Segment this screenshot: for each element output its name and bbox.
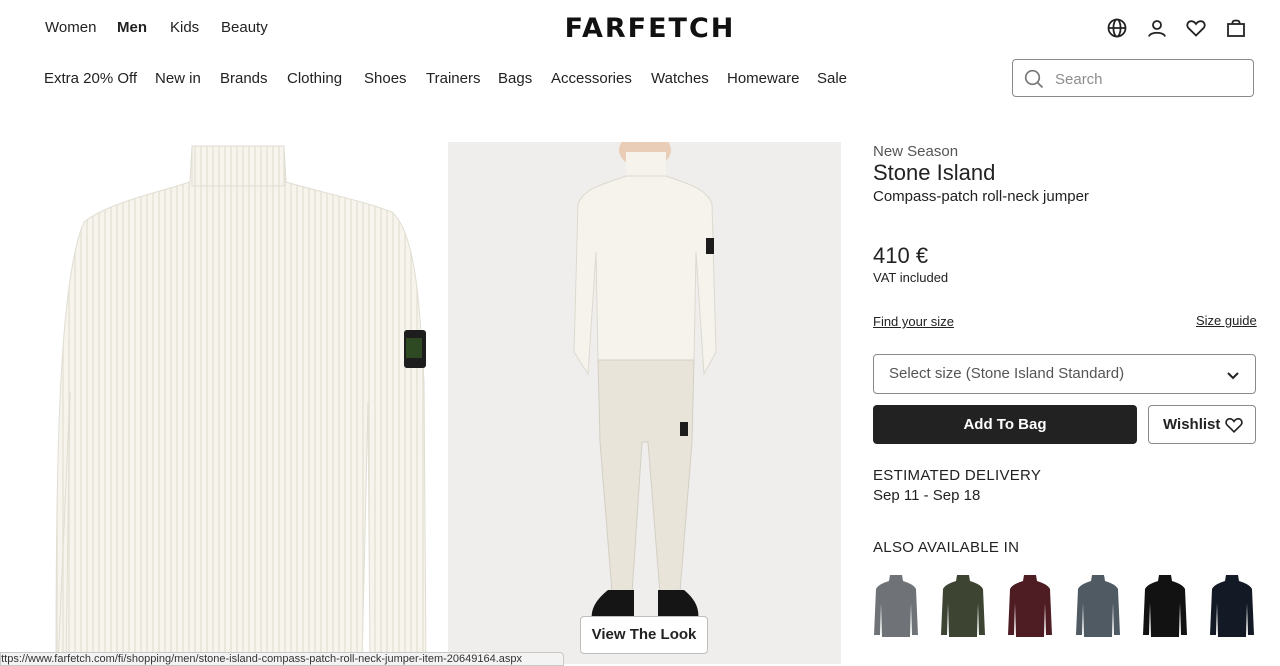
nav-kids[interactable]: Kids [170, 19, 199, 36]
product-name: Compass-patch roll-neck jumper [873, 188, 1089, 205]
wishlist-button[interactable]: Wishlist [1148, 405, 1256, 444]
size-select[interactable]: Select size (Stone Island Standard) [873, 354, 1256, 394]
category-extra-off[interactable]: Extra 20% Off [44, 70, 137, 87]
wishlist-label: Wishlist [1163, 416, 1221, 433]
heart-icon [1224, 415, 1244, 439]
size-guide-link[interactable]: Size guide [1196, 313, 1257, 328]
size-select-value: Select size (Stone Island Standard) [889, 365, 1125, 382]
category-accessories[interactable]: Accessories [551, 70, 632, 87]
nav-men[interactable]: Men [117, 19, 147, 36]
category-trainers[interactable]: Trainers [426, 70, 480, 87]
search-input[interactable] [1053, 68, 1247, 90]
category-bags[interactable]: Bags [498, 70, 532, 87]
view-the-look-button[interactable]: View The Look [580, 616, 708, 654]
bag-icon[interactable] [1225, 17, 1247, 39]
find-your-size-link[interactable]: Find your size [873, 314, 954, 329]
category-shoes[interactable]: Shoes [364, 70, 407, 87]
category-homeware[interactable]: Homeware [727, 70, 800, 87]
product-image-main[interactable] [0, 142, 440, 664]
account-icon[interactable] [1146, 17, 1168, 39]
color-swatch-2[interactable] [939, 573, 987, 639]
search-box[interactable] [1012, 59, 1254, 97]
product-image-model[interactable] [448, 142, 841, 664]
brand-name[interactable]: Stone Island [873, 160, 995, 186]
chevron-down-icon [1225, 367, 1241, 388]
category-clothing[interactable]: Clothing [287, 70, 342, 87]
globe-icon[interactable] [1106, 17, 1128, 39]
color-swatch-3[interactable] [1006, 573, 1054, 639]
farfetch-logo[interactable]: FARFETCH [557, 12, 743, 46]
vat-label: VAT included [873, 270, 949, 285]
delivery-dates: Sep 11 - Sep 18 [873, 487, 981, 504]
add-to-bag-button[interactable]: Add To Bag [873, 405, 1137, 444]
season-label: New Season [873, 143, 959, 160]
nav-women[interactable]: Women [45, 19, 96, 36]
status-url-text: https://www.farfetch.com/fi/shopping/men… [0, 653, 523, 665]
delivery-heading: ESTIMATED DELIVERY [873, 467, 1042, 484]
search-icon [1023, 68, 1045, 95]
category-sale[interactable]: Sale [817, 70, 847, 87]
also-available-heading: ALSO AVAILABLE IN [873, 539, 1020, 556]
color-swatch-4[interactable] [1074, 573, 1122, 639]
color-swatch-6[interactable] [1208, 573, 1256, 639]
wishlist-heart-icon[interactable] [1185, 17, 1207, 39]
nav-beauty[interactable]: Beauty [221, 19, 268, 36]
color-swatch-5[interactable] [1141, 573, 1189, 639]
price: 410 € [873, 243, 929, 268]
category-new-in[interactable]: New in [155, 70, 201, 87]
color-swatch-1[interactable] [872, 573, 920, 639]
category-watches[interactable]: Watches [651, 70, 709, 87]
category-brands[interactable]: Brands [220, 70, 268, 87]
